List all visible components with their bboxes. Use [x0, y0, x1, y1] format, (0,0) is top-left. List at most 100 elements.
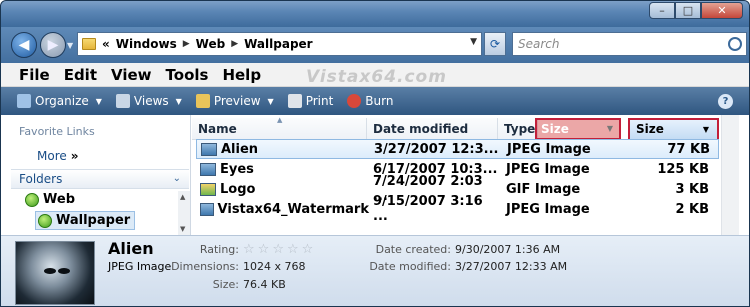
jpeg-file-icon: [201, 142, 217, 156]
forward-button[interactable]: ▶: [40, 32, 66, 58]
file-size: 2 KB: [675, 201, 709, 217]
menu-file[interactable]: File: [19, 66, 50, 84]
breadcrumb-web[interactable]: Web: [196, 37, 226, 51]
column-type-header[interactable]: Type: [498, 118, 538, 140]
file-type: JPEG Image: [506, 201, 590, 217]
breadcrumb-separator-icon[interactable]: ▶: [231, 39, 238, 49]
print-button[interactable]: Print: [287, 94, 333, 108]
chevron-down-icon: ⌄: [172, 173, 181, 184]
table-row[interactable]: Alien 3/27/2007 12:3... JPEG Image 77 KB: [196, 139, 719, 159]
print-icon: [287, 94, 302, 108]
breadcrumb-windows[interactable]: Windows: [116, 37, 177, 51]
tree-item-wallpaper[interactable]: Wallpaper: [35, 211, 136, 230]
file-size: 3 KB: [675, 181, 709, 197]
back-arrow-icon: ◀: [18, 37, 30, 53]
organize-button[interactable]: Organize ▼: [17, 94, 102, 108]
file-name: Vistax64_Watermark: [217, 201, 369, 217]
dimensions-label: Dimensions:: [171, 260, 239, 273]
favorite-links-heading: Favorite Links: [19, 125, 95, 138]
preview-icon: [195, 94, 210, 108]
star-icon[interactable]: ☆: [258, 243, 270, 256]
scroll-down-icon[interactable]: ▼: [180, 225, 185, 233]
column-size-header[interactable]: Size ▼: [628, 118, 719, 141]
main-area: Favorite Links More» Folders ⌄ Web Wallp…: [1, 115, 749, 235]
recent-pages-dropdown[interactable]: ▼: [67, 41, 73, 50]
command-bar: Organize ▼ Views ▼ Preview ▼ Print Burn ?: [1, 87, 749, 115]
file-thumbnail: [15, 241, 95, 305]
address-row: ◀ ▶ ▼ « Windows ▶ Web ▶ Wallpaper ▼ ⟳ Se…: [1, 27, 749, 63]
column-size-label: Size: [636, 122, 664, 136]
detail-file-name: Alien: [108, 239, 154, 258]
menu-edit[interactable]: Edit: [64, 66, 97, 84]
detail-file-type: JPEG Image: [108, 260, 172, 273]
nav-scrollbar[interactable]: ▲ ▼: [178, 191, 190, 235]
views-label: Views: [133, 94, 169, 108]
help-icon[interactable]: ?: [718, 94, 733, 109]
search-placeholder: Search: [518, 37, 560, 51]
more-link[interactable]: More»: [37, 149, 79, 163]
preview-button[interactable]: Preview ▼: [195, 94, 274, 108]
star-icon[interactable]: ☆: [272, 243, 284, 256]
breadcrumb-wallpaper[interactable]: Wallpaper: [244, 37, 312, 51]
watermark: Vistax64.com: [306, 67, 447, 87]
refresh-button[interactable]: ⟳: [484, 32, 506, 56]
sort-arrow-icon: ▲: [277, 116, 283, 124]
search-icon[interactable]: [728, 37, 742, 51]
views-button[interactable]: Views ▼: [115, 94, 182, 108]
minimize-button[interactable]: –: [649, 2, 675, 19]
tree-item-web[interactable]: Web: [25, 192, 75, 207]
search-input[interactable]: Search: [512, 32, 747, 56]
file-size: 125 KB: [657, 161, 709, 177]
views-icon: [115, 94, 130, 108]
star-icon[interactable]: ☆: [287, 243, 299, 256]
refresh-icon: ⟳: [489, 37, 501, 51]
chevron-down-icon: ▼: [702, 125, 709, 134]
folders-label: Folders: [19, 172, 63, 186]
burn-button[interactable]: Burn: [347, 94, 393, 108]
back-button[interactable]: ◀: [11, 32, 37, 58]
organize-icon: [17, 94, 31, 108]
size-value: 76.4 KB: [243, 278, 286, 291]
star-icon[interactable]: ☆: [302, 243, 314, 256]
rating-stars[interactable]: ☆ ☆ ☆ ☆ ☆: [243, 243, 313, 256]
dimensions-value: 1024 x 768: [243, 260, 306, 273]
folder-tree-icon: [25, 192, 39, 207]
file-date: 3/27/2007 12:3...: [374, 141, 499, 157]
address-bar[interactable]: « Windows ▶ Web ▶ Wallpaper ▼: [77, 32, 482, 56]
explorer-window: – □ ✕ ◀ ▶ ▼ « Windows ▶ Web ▶ Wallpaper …: [0, 0, 750, 307]
file-type: JPEG Image: [506, 161, 590, 177]
file-type: GIF Image: [506, 181, 581, 197]
more-arrows-icon: »: [70, 149, 79, 163]
close-button[interactable]: ✕: [701, 2, 743, 19]
address-dropdown-icon[interactable]: ▼: [470, 37, 477, 47]
column-type-label: Type: [504, 121, 536, 136]
column-name-header[interactable]: Name ▲: [192, 116, 367, 140]
dragged-column-ghost[interactable]: Size ▼: [535, 118, 621, 140]
menu-view[interactable]: View: [111, 66, 152, 84]
menu-tools[interactable]: Tools: [166, 66, 209, 84]
date-modified-label: Date modified:: [369, 260, 451, 273]
folder-tree-icon: [38, 213, 52, 228]
size-label: Size:: [212, 278, 239, 291]
breadcrumb-overflow[interactable]: «: [102, 37, 110, 51]
table-row[interactable]: Vistax64_Watermark 9/15/2007 3:16 ... JP…: [196, 194, 719, 224]
burn-label: Burn: [365, 94, 394, 108]
date-modified-value: 3/27/2007 12:33 AM: [455, 260, 568, 273]
breadcrumb-separator-icon[interactable]: ▶: [183, 39, 190, 49]
date-created-value: 9/30/2007 1:36 AM: [455, 243, 561, 256]
maximize-button[interactable]: □: [675, 2, 701, 19]
column-date-header[interactable]: Date modified: [367, 118, 498, 140]
tree-label: Web: [43, 192, 75, 207]
folders-header[interactable]: Folders ⌄: [11, 169, 189, 189]
file-name: Eyes: [220, 161, 254, 177]
file-name: Logo: [220, 181, 256, 197]
menu-help[interactable]: Help: [222, 66, 261, 84]
tree-label: Wallpaper: [56, 213, 131, 228]
star-icon[interactable]: ☆: [243, 243, 255, 256]
ghost-label: Size: [541, 122, 569, 136]
scroll-up-icon[interactable]: ▲: [180, 193, 185, 201]
file-type: JPEG Image: [507, 141, 591, 157]
organize-label: Organize: [35, 94, 89, 108]
file-name: Alien: [221, 141, 259, 157]
file-list-scrollbar[interactable]: [721, 115, 739, 235]
